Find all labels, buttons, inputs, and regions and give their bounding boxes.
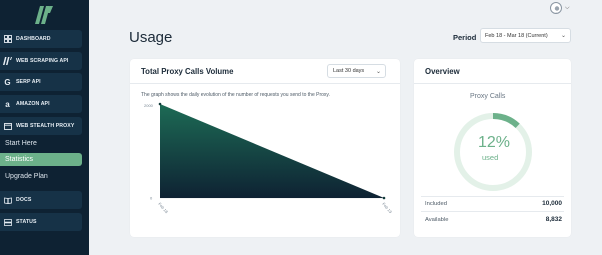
sidebar-item-web-scraping-api[interactable]: WEB SCRAPING API — [0, 52, 82, 70]
available-value: 8,832 — [545, 216, 562, 223]
period-label: Period — [453, 33, 477, 42]
brand-logo-icon[interactable] — [33, 6, 53, 24]
grid-icon — [3, 35, 12, 44]
included-value: 10,000 — [542, 200, 562, 207]
page-title: Usage — [129, 29, 173, 46]
sidebar-item-label: WEB STEALTH PROXY — [16, 123, 75, 129]
sidebar-subitem-start-here[interactable]: Start Here — [0, 137, 82, 150]
x-tick-label: Feb 19 — [381, 201, 392, 214]
sidebar-item-amazon-api[interactable]: a AMAZON API — [0, 95, 82, 113]
area-series — [160, 104, 384, 198]
chevron-down-icon: ⌄ — [560, 33, 566, 39]
period-select-value: Feb 18 - Mar 18 (Current) — [485, 32, 548, 39]
y-tick-label: 2000 — [144, 103, 154, 108]
window-icon — [3, 122, 12, 131]
available-label: Available — [425, 217, 449, 223]
proxy-calls-area-chart: 2000 0 Feb 18 Feb 19 — [144, 102, 392, 215]
period-select[interactable]: Feb 18 - Mar 18 (Current) ⌄ — [480, 28, 571, 43]
server-icon — [3, 218, 12, 227]
google-g-icon: G — [4, 77, 11, 87]
sidebar-item-dashboard[interactable]: DASHBOARD — [0, 30, 82, 48]
sidebar-item-label: AMAZON API — [16, 101, 50, 107]
sidebar-subitem-upgrade-plan[interactable]: Upgrade Plan — [0, 170, 82, 183]
overview-card-title: Overview — [425, 67, 460, 76]
user-avatar-icon[interactable] — [550, 2, 562, 14]
sidebar-item-label: SERP API — [16, 79, 41, 85]
usage-used-label: used — [482, 153, 499, 162]
sidebar: DASHBOARD WEB SCRAPING API G SERP API a … — [0, 0, 89, 255]
stat-divider — [421, 196, 564, 197]
ring-track — [454, 113, 532, 191]
stat-divider — [421, 211, 564, 212]
volume-card-title: Total Proxy Calls Volume — [141, 67, 234, 76]
amazon-a-icon: a — [5, 99, 10, 109]
sidebar-item-serp-api[interactable]: G SERP API — [0, 73, 82, 91]
y-tick-label: 0 — [150, 196, 153, 201]
usage-percent: 12% — [478, 134, 511, 151]
card-divider — [130, 83, 400, 84]
sidebar-item-label: DOCS — [16, 197, 32, 203]
sidebar-item-docs[interactable]: DOCS — [0, 191, 82, 209]
usage-ring-gauge — [454, 113, 532, 191]
sidebar-subitem-statistics[interactable]: Statistics — [0, 153, 82, 166]
card-divider — [414, 83, 571, 84]
data-point[interactable] — [382, 196, 386, 200]
book-icon — [3, 196, 12, 205]
included-label: Included — [425, 201, 447, 207]
sidebar-item-label: WEB SCRAPING API — [16, 58, 69, 64]
proxy-calls-label: Proxy Calls — [470, 93, 506, 100]
range-select-value: Last 30 days — [333, 68, 365, 74]
chevron-down-icon[interactable]: ⌵ — [565, 5, 570, 12]
sidebar-item-label: STATUS — [16, 219, 37, 225]
x-tick-label: Feb 18 — [157, 201, 169, 214]
sidebar-item-status[interactable]: STATUS — [0, 213, 82, 231]
range-select[interactable]: Last 30 days ⌄ — [327, 64, 386, 78]
data-point[interactable] — [158, 102, 162, 106]
brand-slashes-icon — [3, 57, 12, 66]
sidebar-item-label: DASHBOARD — [16, 36, 51, 42]
chevron-down-icon: ⌄ — [375, 69, 381, 75]
sidebar-item-web-stealth-proxy[interactable]: WEB STEALTH PROXY — [0, 117, 82, 135]
